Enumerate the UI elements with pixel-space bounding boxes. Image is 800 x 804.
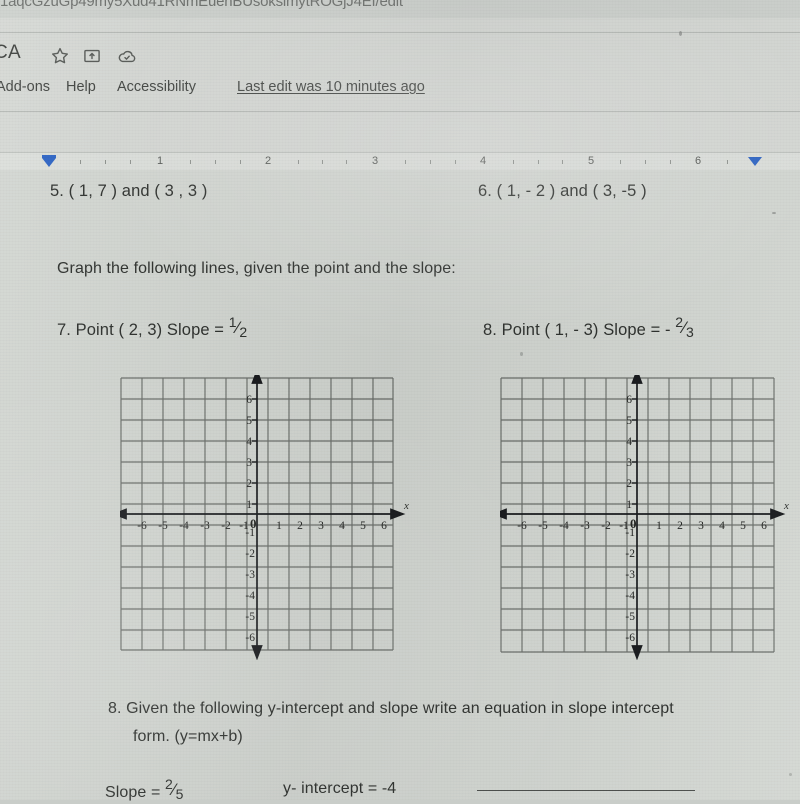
browser-url-bar[interactable]: /1aqcGzuGp49my5Xud41RNmEuenBUsoksimytROG… (0, 0, 800, 18)
problem-8-graph-prefix: 8. Point ( 1, - 3) Slope = - (483, 321, 671, 339)
problem-6-text: 6. ( 1, - 2 ) and ( 3, -5 ) (478, 182, 647, 200)
svg-text:3: 3 (246, 457, 252, 469)
svg-text:x: x (403, 500, 409, 512)
svg-text:-3: -3 (580, 520, 590, 532)
svg-text:2: 2 (626, 478, 632, 490)
svg-text:6: 6 (626, 394, 632, 406)
svg-text:-3: -3 (245, 569, 255, 581)
instruction-text: Graph the following lines, given the poi… (57, 260, 456, 277)
svg-text:-6: -6 (625, 632, 635, 644)
ruler-number-1: 1 (156, 155, 164, 167)
document-page[interactable]: 5. ( 1, 7 ) and ( 3 , 3 ) 6. ( 1, - 2 ) … (0, 170, 800, 802)
svg-text:x: x (783, 500, 789, 512)
problem-8-slope-numerator: 2 (164, 776, 173, 792)
problem-8-text-line2: form. (y=mx+b) (133, 728, 243, 745)
ruler-number-4: 4 (479, 155, 487, 167)
menu-item-accessibility[interactable]: Accessibility (117, 79, 196, 95)
svg-text:4: 4 (626, 436, 632, 448)
drive-status-cloud-icon[interactable] (117, 46, 137, 66)
svg-text:3: 3 (626, 457, 632, 469)
problem-7-denominator: 2 (239, 324, 248, 340)
problem-8-graph-heading: 8. Point ( 1, - 3) Slope = - 2⁄3 (483, 314, 694, 342)
coordinate-grid-problem-7[interactable]: y x 6 5 4 3 2 1 -1 -2 -3 -4 -5 -6 0 -6 (120, 375, 410, 660)
problem-8-numerator: 2 (675, 314, 684, 330)
svg-text:-6: -6 (245, 632, 255, 644)
first-line-indent-marker[interactable] (42, 158, 56, 167)
svg-text:-5: -5 (625, 611, 635, 623)
svg-text:-4: -4 (245, 590, 255, 602)
ruler-number-3: 3 (371, 155, 379, 167)
svg-text:5: 5 (626, 415, 632, 427)
svg-text:0: 0 (250, 516, 257, 531)
problem-7-heading: 7. Point ( 2, 3) Slope = 1⁄2 (57, 314, 248, 342)
problem-7-slope-fraction: 1⁄2 (228, 314, 248, 340)
star-icon[interactable] (50, 46, 70, 66)
last-edit-status[interactable]: Last edit was 10 minutes ago (237, 79, 425, 95)
svg-text:1: 1 (246, 499, 252, 511)
svg-text:-3: -3 (625, 569, 635, 581)
svg-text:2: 2 (677, 520, 683, 532)
svg-text:5: 5 (360, 520, 366, 532)
problem-5-text: 5. ( 1, 7 ) and ( 3 , 3 ) (50, 182, 208, 200)
svg-text:-1: -1 (239, 520, 249, 532)
url-text: /1aqcGzuGp49my5Xud41RNmEuenBUsoksimytROG… (0, 0, 403, 10)
svg-text:5: 5 (740, 520, 746, 532)
svg-text:-6: -6 (137, 520, 147, 532)
svg-text:-1: -1 (619, 520, 629, 532)
menu-item-add-ons[interactable]: Add-ons (0, 79, 50, 95)
move-to-folder-icon[interactable] (82, 46, 102, 66)
svg-text:6: 6 (761, 520, 767, 532)
problem-8-slope-label: Slope = (105, 784, 161, 801)
svg-text:2: 2 (297, 520, 303, 532)
svg-text:3: 3 (318, 520, 324, 532)
svg-text:4: 4 (339, 520, 345, 532)
svg-text:-5: -5 (158, 520, 168, 532)
problem-8-text-line1: 8. Given the following y-intercept and s… (108, 700, 674, 717)
problem-7-prefix: 7. Point ( 2, 3) Slope = (57, 321, 225, 339)
document-title[interactable]: CA (0, 42, 21, 64)
svg-text:3: 3 (698, 520, 704, 532)
svg-text:-4: -4 (179, 520, 189, 532)
formatting-toolbar: Arial − 13 + B I U A (0, 112, 800, 258)
problem-8-slope-fraction: 2⁄3 (675, 314, 694, 340)
ruler-number-6: 6 (694, 155, 702, 167)
ruler-number-5: 5 (587, 155, 595, 167)
svg-text:-4: -4 (625, 590, 635, 602)
problem-8-slope-value-fraction: 2⁄5 (164, 776, 184, 802)
document-ruler[interactable]: 1 2 3 4 5 6 (0, 152, 800, 172)
svg-text:6: 6 (246, 394, 252, 406)
svg-text:0: 0 (630, 516, 637, 531)
answer-blank-line[interactable] (477, 790, 695, 791)
svg-text:1: 1 (626, 499, 632, 511)
svg-text:4: 4 (246, 436, 252, 448)
svg-text:6: 6 (381, 520, 387, 532)
svg-text:-2: -2 (625, 548, 635, 560)
svg-text:-5: -5 (245, 611, 255, 623)
menu-item-help[interactable]: Help (66, 79, 96, 95)
svg-text:-3: -3 (200, 520, 210, 532)
problem-8-denominator: 3 (685, 324, 694, 340)
svg-text:1: 1 (656, 520, 662, 532)
problem-7-numerator: 1 (228, 314, 237, 330)
svg-text:2: 2 (246, 478, 252, 490)
svg-text:-2: -2 (601, 520, 611, 532)
svg-text:-5: -5 (538, 520, 548, 532)
svg-text:-4: -4 (559, 520, 569, 532)
svg-text:-2: -2 (221, 520, 231, 532)
right-indent-marker[interactable] (748, 157, 762, 166)
ruler-number-2: 2 (264, 155, 272, 167)
svg-text:-2: -2 (245, 548, 255, 560)
svg-text:5: 5 (246, 415, 252, 427)
problem-8-y-intercept: y- intercept = -4 (283, 780, 397, 797)
coordinate-grid-problem-8[interactable]: y x 6 5 4 3 2 1 -1 -2 -3 -4 -5 -6 0 -6 -… (500, 375, 790, 660)
svg-text:-6: -6 (517, 520, 527, 532)
svg-text:1: 1 (276, 520, 282, 532)
problem-8-slope: Slope = 2⁄5 (105, 776, 184, 804)
svg-text:4: 4 (719, 520, 725, 532)
